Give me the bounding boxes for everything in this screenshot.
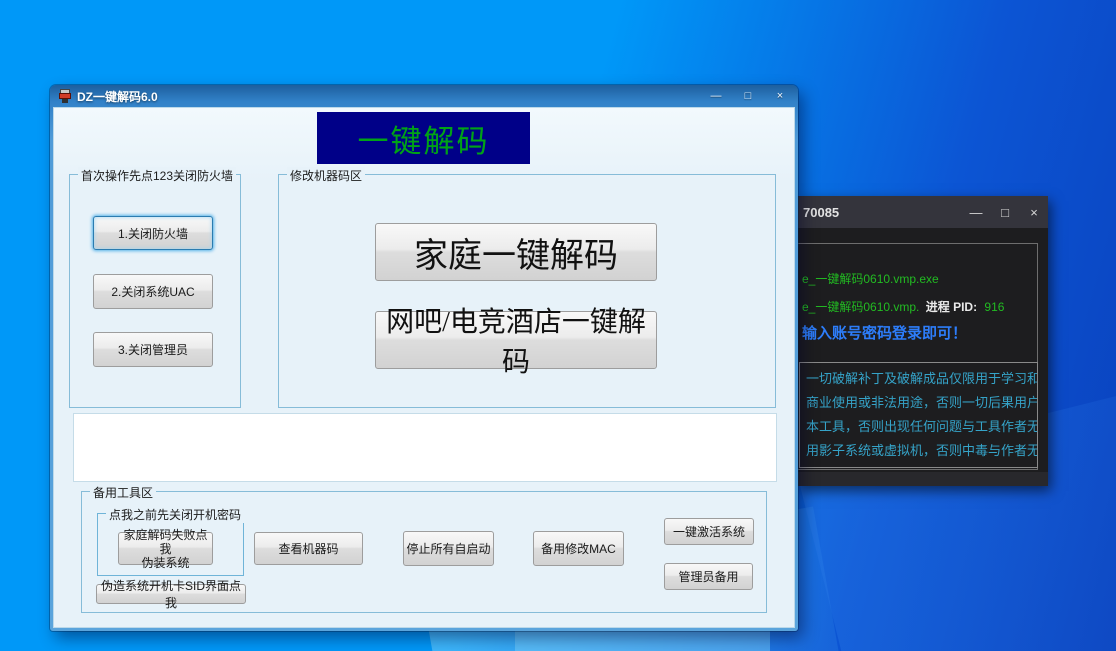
console-pid-line: e_一键解码0610.vmp. 进程 PID: 916 — [802, 298, 1004, 315]
stop-autostart-button[interactable]: 停止所有自启动 — [403, 531, 494, 566]
home-fail-disguise-button[interactable]: 家庭解码失败点我 伪装系统 — [118, 532, 213, 565]
admin-backup-button[interactable]: 管理员备用 — [664, 563, 753, 590]
home-fail-line2: 伪装系统 — [141, 556, 189, 570]
group-firewall-label: 首次操作先点123关闭防火墙 — [78, 167, 236, 184]
disclaimer-line: 本工具，否则出现任何问题与工具作者无关 — [806, 415, 1037, 439]
console-close-button[interactable]: × — [1026, 205, 1042, 220]
console-titlebar[interactable]: 70085 — □ × — [797, 196, 1048, 228]
log-output-box[interactable] — [73, 413, 777, 482]
close-firewall-button[interactable]: 1.关闭防火墙 — [93, 216, 213, 250]
app-icon — [58, 89, 72, 103]
close-button[interactable]: × — [770, 89, 790, 103]
console-pid-prefix: e_一键解码0610.vmp. — [802, 300, 919, 314]
console-status-strip — [797, 472, 1048, 486]
close-uac-button[interactable]: 2.关闭系统UAC — [93, 274, 213, 309]
console-minimize-button[interactable]: — — [968, 205, 984, 220]
console-pid-value: 916 — [984, 300, 1004, 314]
disclaimer-line: 一切破解补丁及破解成品仅限用于学习和研究 — [806, 367, 1037, 391]
console-pid-label: 进程 PID: — [926, 300, 977, 314]
disclaimer-line: 用影子系统或虚拟机，否则中毒与作者无关 — [806, 439, 1037, 463]
view-machine-code-button[interactable]: 查看机器码 — [254, 532, 363, 565]
home-decode-button[interactable]: 家庭一键解码 — [375, 223, 657, 281]
group-boot-password-label: 点我之前先关闭开机密码 — [106, 506, 244, 523]
main-window: DZ一键解码6.0 — □ × 一键解码 首次操作先点123关闭防火墙 1.关闭… — [50, 85, 798, 631]
group-machine-code-label: 修改机器码区 — [287, 167, 365, 184]
activate-system-button[interactable]: 一键激活系统 — [664, 518, 754, 545]
main-window-client: 一键解码 首次操作先点123关闭防火墙 1.关闭防火墙 2.关闭系统UAC 3.… — [53, 107, 795, 628]
group-backup-tools-label: 备用工具区 — [90, 484, 156, 501]
disclaimer-line: 商业使用或非法用途，否则一切后果用户自负 — [806, 391, 1037, 415]
minimize-button[interactable]: — — [706, 89, 726, 103]
app-banner: 一键解码 — [317, 112, 530, 164]
console-login-hint: 输入账号密码登录即可！ — [802, 322, 967, 343]
app-banner-text: 一键解码 — [358, 116, 490, 161]
console-maximize-button[interactable]: □ — [997, 205, 1013, 220]
main-titlebar[interactable]: DZ一键解码6.0 — □ × — [50, 85, 798, 107]
home-fail-line1: 家庭解码失败点我 — [119, 528, 212, 556]
close-admin-button[interactable]: 3.关闭管理员 — [93, 332, 213, 367]
console-disclaimer-box: 一切破解补丁及破解成品仅限用于学习和研究 商业使用或非法用途，否则一切后果用户自… — [799, 362, 1038, 468]
console-window: 70085 — □ × e_一键解码0610.vmp.exe e_一键解码061… — [797, 196, 1048, 486]
maximize-button[interactable]: □ — [738, 89, 758, 103]
cafe-decode-button[interactable]: 网吧/电竞酒店一键解码 — [375, 311, 657, 369]
console-window-title: 70085 — [803, 205, 839, 220]
backup-mac-button[interactable]: 备用修改MAC — [533, 531, 624, 566]
main-window-title: DZ一键解码6.0 — [77, 88, 158, 105]
fake-sid-button[interactable]: 伪造系统开机卡SID界面点我 — [96, 584, 246, 604]
console-exe-line: e_一键解码0610.vmp.exe — [802, 270, 939, 287]
